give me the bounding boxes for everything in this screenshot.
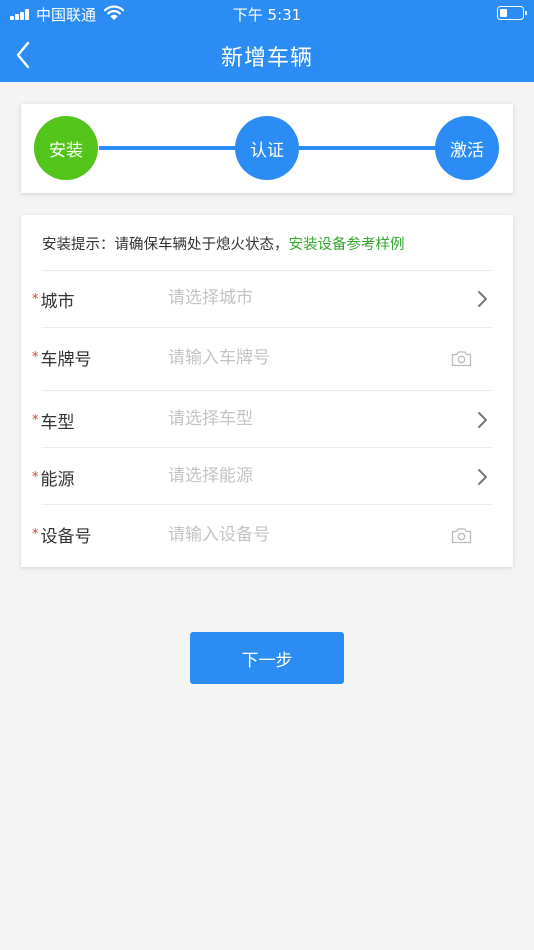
page-title: 新增车辆 (220, 46, 313, 71)
model-label: * 车型 (32, 413, 75, 433)
install-sample-link[interactable]: 安装设备参考样例 (289, 237, 405, 253)
energy-select[interactable] (168, 466, 428, 486)
divider (42, 504, 492, 505)
device-input[interactable] (168, 525, 428, 545)
step-activate[interactable]: 激活 (435, 116, 499, 180)
divider (42, 270, 492, 271)
energy-label: * 能源 (32, 470, 75, 490)
chevron-right-icon[interactable] (477, 468, 489, 486)
status-time: 下午 5:31 (232, 6, 302, 24)
step-install[interactable]: 安装 (34, 116, 98, 180)
model-select[interactable] (168, 409, 428, 429)
divider (42, 447, 492, 448)
city-select[interactable] (168, 288, 428, 308)
chevron-right-icon[interactable] (477, 290, 489, 308)
step-connector (299, 146, 435, 150)
divider (42, 327, 492, 328)
install-tip: 安装提示：请确保车辆处于熄火状态，安装设备参考样例 (42, 233, 405, 254)
install-tip-text: 安装提示：请确保车辆处于熄火状态， (42, 237, 289, 253)
camera-icon[interactable] (451, 527, 472, 544)
camera-icon[interactable] (451, 350, 472, 367)
progress-steps: 安装 认证 激活 (21, 104, 513, 193)
plate-label: * 车牌号 (32, 350, 92, 370)
vehicle-form: 安装提示：请确保车辆处于熄火状态，安装设备参考样例 *城市 *车牌号 *车型 *… (21, 215, 513, 567)
divider (42, 390, 492, 391)
plate-input[interactable] (168, 348, 428, 368)
device-label: * 设备号 (32, 527, 92, 547)
city-label: * 城市 (32, 292, 75, 312)
step-verify[interactable]: 认证 (235, 116, 299, 180)
chevron-right-icon[interactable] (477, 411, 489, 429)
step-connector (99, 146, 235, 150)
battery-icon (497, 6, 527, 20)
app-header: 中国联通 下午 5:31 新增车辆 (0, 0, 534, 82)
status-bar: 中国联通 下午 5:31 (0, 0, 534, 28)
next-step-button[interactable]: 下一步 (190, 632, 344, 684)
